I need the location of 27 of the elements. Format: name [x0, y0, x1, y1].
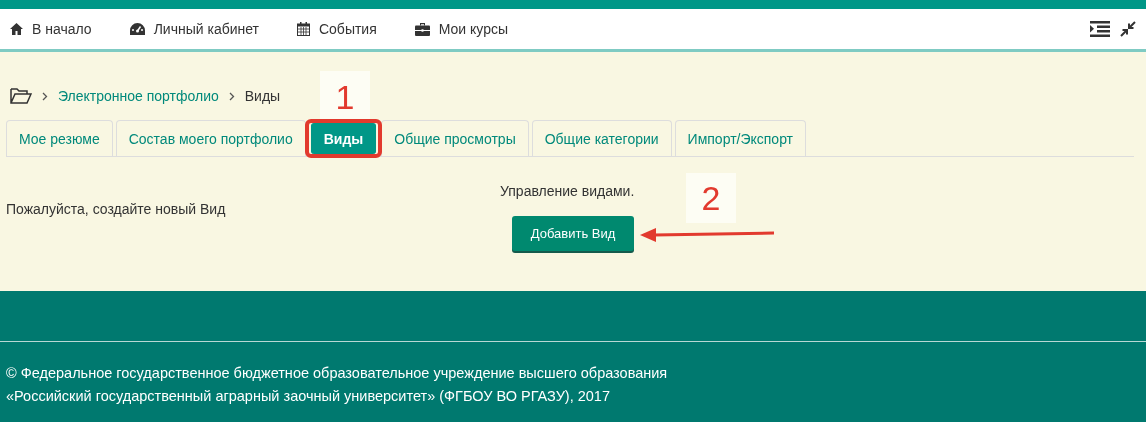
tab[interactable]: Состав моего портфолио — [115, 120, 306, 156]
indent-icon[interactable] — [1090, 21, 1110, 37]
add-view-button[interactable]: Добавить Вид — [512, 216, 634, 251]
calendar-icon — [296, 22, 310, 36]
collapse-icon[interactable] — [1120, 21, 1136, 37]
nav-link[interactable]: Личный кабинет — [129, 21, 259, 37]
footer-text: «Российский государственный аграрный заочный университет» (ФГБОУ ВО РГАЗУ), 2017 — [6, 387, 611, 406]
tab[interactable]: Импорт/Экспорт — [674, 120, 807, 156]
annotation-number: 2 — [686, 173, 736, 223]
nav-link[interactable]: События — [296, 21, 377, 37]
chevron-icon — [228, 91, 235, 101]
empty-message: Пожалуйста, создайте новый Вид — [6, 201, 226, 217]
tab[interactable]: Виды — [310, 123, 377, 154]
gauge-icon — [129, 23, 145, 35]
tab[interactable]: Мое резюме — [6, 120, 113, 156]
breadcrumb-link[interactable]: Электронное портфолио — [58, 88, 219, 104]
folder-icon[interactable] — [10, 88, 32, 104]
home-icon — [10, 23, 23, 35]
section-label: Управление видами. — [500, 183, 635, 199]
breadcrumb-current: Виды — [244, 88, 281, 104]
footer-text: © Федеральное государственное бюджетное образовательное учреждение высшего образования — [6, 364, 669, 383]
chevron-icon — [42, 91, 48, 101]
nav-link[interactable]: Мои курсы — [414, 21, 509, 37]
nav-link[interactable]: В начало — [10, 21, 92, 37]
tab[interactable]: Общие категории — [531, 120, 672, 156]
tab[interactable]: Общие просмотры — [381, 120, 529, 156]
briefcase-icon — [414, 22, 430, 36]
